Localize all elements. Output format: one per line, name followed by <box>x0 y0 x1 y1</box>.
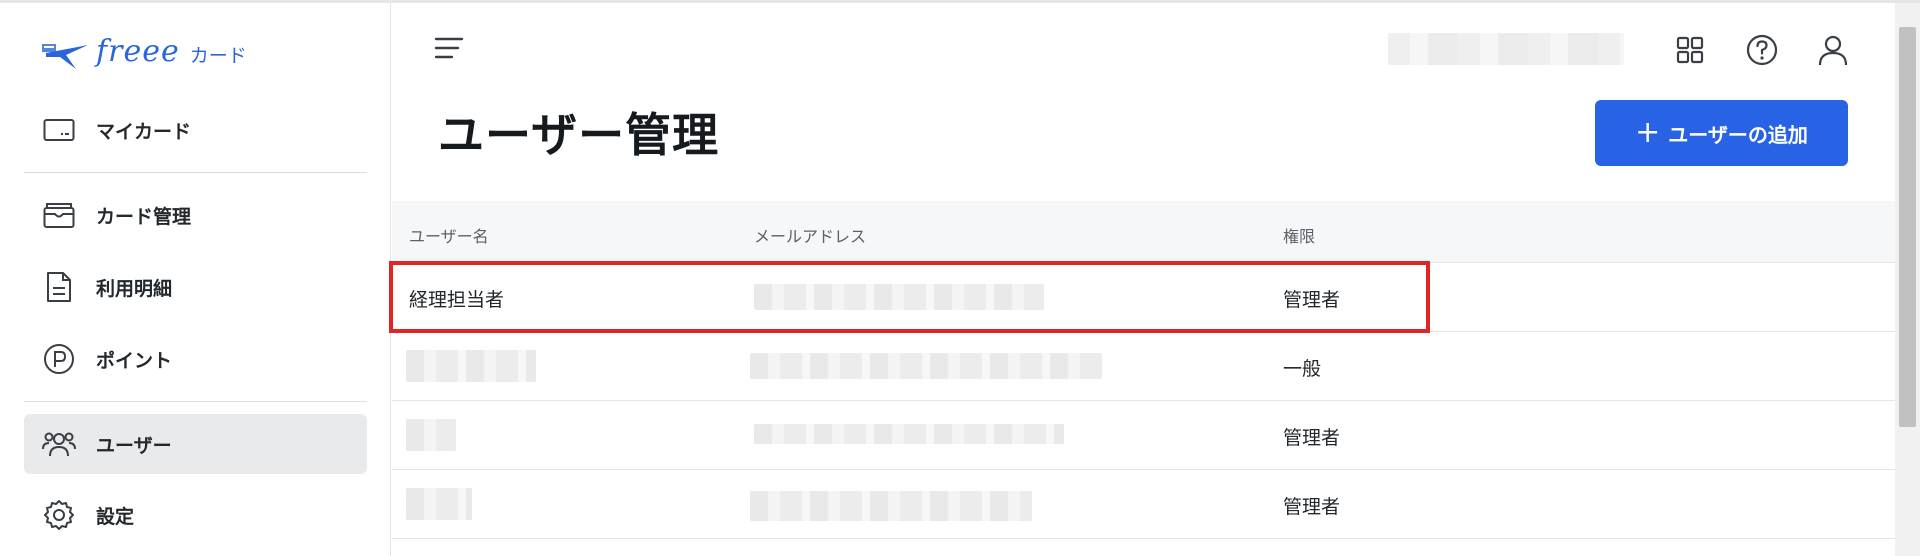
sidebar-item-card-management[interactable]: カード管理 <box>24 185 367 245</box>
sidebar-item-label: 利用明細 <box>96 277 173 300</box>
sidebar: freee カード マイカード カード管理 利用明細 ポイント ユーザー 設定 <box>0 3 391 556</box>
email-redacted <box>750 491 1032 521</box>
sidebar-item-label: マイカード <box>96 120 192 143</box>
logo-wordmark: freee <box>96 33 180 69</box>
account-icon[interactable] <box>1816 33 1850 67</box>
table-row[interactable]: 経理担当者 管理者 <box>392 263 1895 332</box>
bird-logo-icon <box>42 44 88 69</box>
user-name-redacted <box>406 419 456 451</box>
vertical-scrollbar[interactable] <box>1895 3 1920 556</box>
column-header-email: メールアドレス <box>754 227 867 246</box>
point-icon <box>42 342 76 376</box>
users-icon <box>42 427 76 461</box>
role-cell: 一般 <box>1283 358 1322 380</box>
sidebar-item-label: カード管理 <box>96 205 192 228</box>
sidebar-divider <box>24 401 367 402</box>
apps-grid-icon[interactable] <box>1673 33 1707 67</box>
sidebar-item-statements[interactable]: 利用明細 <box>24 257 367 317</box>
user-name-cell: 経理担当者 <box>409 289 505 311</box>
table-header: ユーザー名 メールアドレス 権限 <box>392 201 1895 263</box>
card-manage-icon <box>42 198 76 232</box>
sidebar-item-label: ポイント <box>96 349 173 372</box>
app-window: freee カード マイカード カード管理 利用明細 ポイント ユーザー 設定 … <box>0 0 1920 556</box>
table-row[interactable]: 管理者 <box>392 470 1895 539</box>
main-content: ユーザー管理 + ユーザーの追加 ユーザー名 メールアドレス 権限 経理担当者 … <box>389 3 1895 556</box>
scrollbar-thumb[interactable] <box>1899 27 1916 427</box>
sidebar-item-users[interactable]: ユーザー <box>24 414 367 474</box>
sidebar-item-my-card[interactable]: マイカード <box>24 100 367 160</box>
menu-icon[interactable] <box>434 35 464 61</box>
add-user-button[interactable]: + ユーザーの追加 <box>1595 100 1848 166</box>
table-row[interactable]: 管理者 <box>392 401 1895 470</box>
sidebar-item-points[interactable]: ポイント <box>24 329 367 389</box>
document-icon <box>42 270 76 304</box>
role-cell: 管理者 <box>1283 289 1341 311</box>
email-redacted <box>750 353 1102 379</box>
email-redacted <box>754 424 1064 444</box>
freee-card-logo[interactable]: freee カード <box>40 31 247 71</box>
logo-kana: カード <box>189 44 247 67</box>
sidebar-item-label: 設定 <box>96 505 135 528</box>
sidebar-divider <box>24 172 367 173</box>
help-icon[interactable] <box>1745 33 1779 67</box>
plus-icon: + <box>1635 115 1661 150</box>
card-icon <box>42 113 76 147</box>
add-user-button-label: ユーザーの追加 <box>1668 122 1808 147</box>
column-header-username: ユーザー名 <box>409 227 489 246</box>
table-row[interactable]: 一般 <box>392 332 1895 401</box>
user-name-redacted <box>406 350 536 382</box>
column-header-role: 権限 <box>1283 227 1316 246</box>
role-cell: 管理者 <box>1283 496 1341 518</box>
sidebar-item-label: ユーザー <box>96 434 172 457</box>
gear-icon <box>42 498 76 532</box>
user-name-redacted <box>406 488 472 520</box>
account-name-redacted <box>1388 33 1624 65</box>
page-title: ユーザー管理 <box>438 108 720 162</box>
email-redacted <box>754 284 1044 310</box>
users-table: ユーザー名 メールアドレス 権限 経理担当者 管理者 一般 管理者 管理者 <box>392 201 1895 539</box>
sidebar-item-settings[interactable]: 設定 <box>24 485 367 545</box>
role-cell: 管理者 <box>1283 427 1341 449</box>
